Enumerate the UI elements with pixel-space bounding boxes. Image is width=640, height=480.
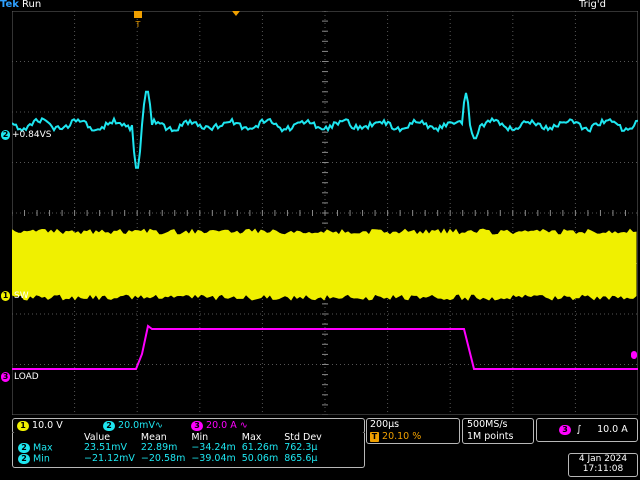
- ch1-scale: 10.0 V: [32, 420, 63, 431]
- trigger-level-marker[interactable]: [631, 351, 637, 359]
- trigger-position: 20.10 %: [382, 431, 421, 442]
- ch2-scale: 20.0mV: [118, 420, 155, 431]
- meas-name: Min: [33, 453, 50, 464]
- trigger-t-icon: T: [370, 432, 379, 442]
- trigger-panel[interactable]: 3 ∫ 10.0 A: [536, 418, 638, 442]
- meas-value: −21.12mV: [81, 454, 138, 465]
- meas-ch-badge: 2: [18, 454, 30, 464]
- meas-min: −39.04m: [188, 454, 238, 465]
- trigger-level: 10.0 A: [597, 424, 628, 435]
- meas-row[interactable]: 2 Min −21.12mV −20.58m −39.04m 50.06m 86…: [15, 454, 325, 465]
- meas-row[interactable]: 2 Max 23.51mV 22.89m −34.24m 61.26m 762.…: [15, 443, 325, 454]
- time: 17:11:08: [569, 464, 637, 474]
- measurements-panel[interactable]: Value Mean Min Max Std Dev 2 Max 23.51mV…: [12, 433, 365, 468]
- meas-max: 50.06m: [239, 454, 281, 465]
- ch2-label: +0.84VS: [12, 130, 51, 140]
- meas-min: −34.24m: [188, 443, 238, 454]
- run-state: Run: [22, 0, 41, 10]
- rising-edge-icon: ∫: [574, 424, 584, 435]
- ch2-ground-marker[interactable]: 2: [1, 130, 10, 140]
- ch2-badge: 2: [103, 421, 115, 431]
- ch1-badge: 1: [17, 421, 29, 431]
- svg-text:T: T: [135, 20, 141, 29]
- meas-mean: 22.89m: [138, 443, 188, 454]
- timebase-scale: 200μs: [370, 419, 399, 430]
- meas-max: 61.26m: [239, 443, 281, 454]
- ch3-bandwidth-icon: ∿: [240, 420, 248, 431]
- meas-name: Max: [33, 443, 53, 454]
- ch3-ground-marker[interactable]: 3: [1, 372, 10, 382]
- meas-value: 23.51mV: [81, 443, 138, 454]
- ch3-scale: 20.0 A: [206, 420, 237, 431]
- waveform-display[interactable]: T: [12, 11, 638, 415]
- date-time: 4 Jan 2024 17:11:08: [568, 453, 638, 477]
- record-length: 1M points: [467, 431, 513, 442]
- meas-mean: −20.58m: [138, 454, 188, 465]
- meas-ch-badge: 2: [18, 443, 30, 453]
- timebase-panel[interactable]: 200μs T 20.10 %: [366, 418, 460, 444]
- meas-std: 865.6μ: [281, 454, 325, 465]
- ch1-ground-marker[interactable]: 1: [1, 291, 10, 301]
- brand-logo: Tek: [0, 0, 19, 10]
- status-bar: Tek Run Trig'd: [0, 0, 640, 10]
- ch3-label: LOAD: [14, 372, 39, 382]
- trigger-status: Trig'd: [579, 0, 606, 10]
- ch1-label: SW: [14, 291, 29, 301]
- sample-rate: 500MS/s: [467, 419, 508, 430]
- trigger-source-badge: 3: [559, 425, 571, 435]
- date: 4 Jan 2024: [569, 454, 637, 464]
- ch3-badge: 3: [191, 421, 203, 431]
- ch2-bandwidth-icon: ∿: [155, 420, 163, 431]
- ch1-waveform: [12, 229, 636, 300]
- meas-std: 762.3μ: [281, 443, 325, 454]
- acquisition-panel[interactable]: 500MS/s 1M points: [462, 418, 534, 444]
